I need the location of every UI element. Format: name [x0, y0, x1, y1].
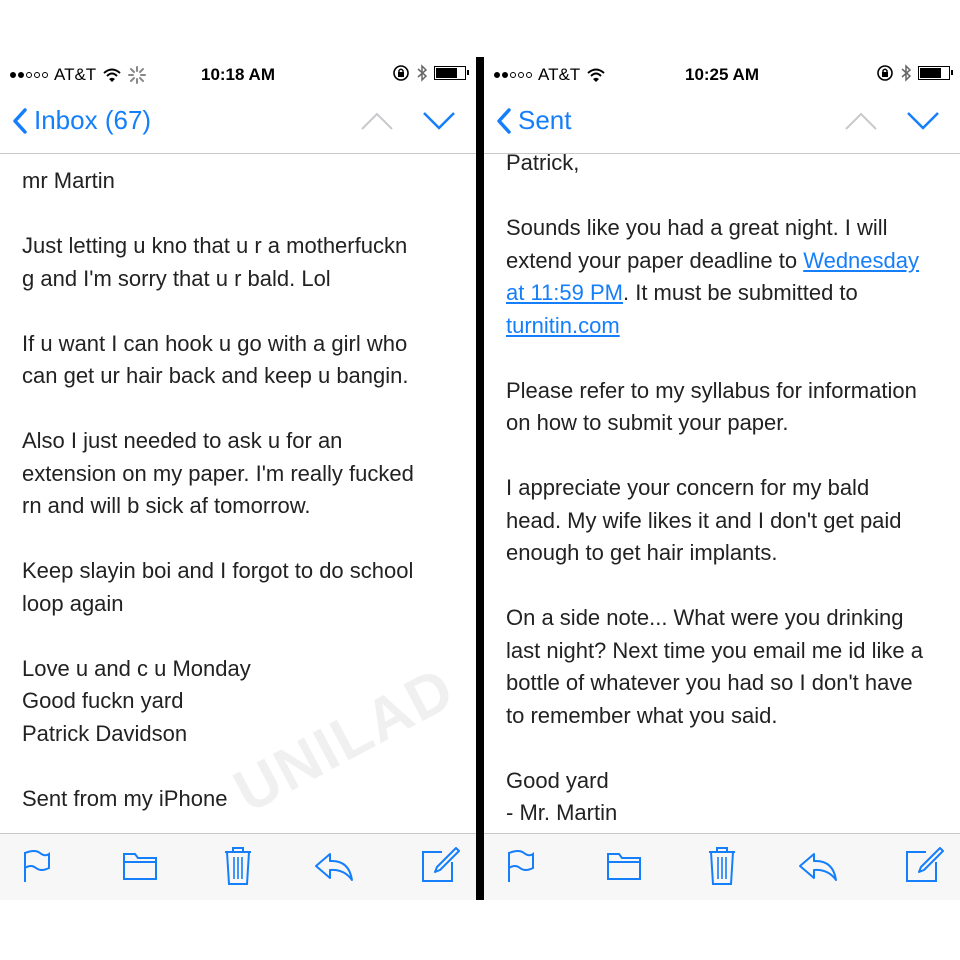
body-paragraph: mr Martin [22, 168, 115, 193]
reply-icon[interactable] [314, 852, 354, 882]
body-paragraph: Keep slayin boi and I forgot to do schoo… [22, 558, 414, 616]
nav-bar: Inbox (67) [0, 91, 476, 154]
status-right-icons [876, 64, 953, 82]
chevron-left-icon [13, 107, 27, 134]
back-to-sent-button[interactable]: Sent [496, 105, 572, 136]
body-signature: Good yard - Mr. Martin [506, 767, 618, 826]
folder-icon[interactable] [606, 848, 642, 882]
body-paragraph: If u want I can hook u go with a girl wh… [22, 330, 409, 389]
body-signature: Sent from my iPhone [22, 785, 228, 811]
trash-icon[interactable] [706, 846, 738, 886]
battery-icon [918, 66, 953, 80]
body-paragraph: On a side note... What were you drinking… [506, 605, 923, 728]
lock-rotation-icon [877, 65, 893, 81]
chevron-down-icon[interactable] [906, 111, 940, 131]
battery-icon [434, 66, 469, 80]
bluetooth-icon [901, 64, 912, 82]
nav-bar: Sent [484, 91, 960, 154]
chevron-down-icon[interactable] [422, 111, 456, 131]
body-text: . It must be submitted to [623, 280, 858, 305]
reply-icon[interactable] [798, 852, 838, 882]
status-bar: AT&T 10:25 AM [484, 57, 960, 91]
screen-divider [476, 57, 484, 900]
body-paragraph: Sounds like you had a great night. I wil… [506, 212, 944, 342]
folder-icon[interactable] [122, 848, 158, 882]
status-bar: AT&T 10:18 AM [0, 57, 476, 91]
back-label: Sent [518, 105, 572, 135]
body-paragraph: Just letting u kno that u r a motherfuck… [22, 233, 408, 291]
chevron-up-icon[interactable] [844, 111, 878, 131]
mail-toolbar [484, 833, 960, 900]
back-to-inbox-button[interactable]: Inbox (67) [12, 105, 151, 136]
body-paragraph: Love u and c u Monday Good fuckn yard Pa… [22, 655, 251, 746]
status-right-icons [392, 64, 469, 82]
flag-icon[interactable] [504, 848, 536, 884]
mail-toolbar [0, 833, 476, 900]
compose-icon[interactable] [420, 846, 460, 884]
body-paragraph: I appreciate your concern for my bald he… [506, 475, 902, 565]
trash-icon[interactable] [222, 846, 254, 886]
body-greeting: Patrick, [506, 150, 580, 175]
flag-icon[interactable] [20, 848, 52, 884]
chevron-up-icon[interactable] [360, 111, 394, 131]
message-nav-arrows [844, 111, 940, 131]
message-nav-arrows [360, 111, 456, 131]
lock-rotation-icon [393, 65, 409, 81]
turnitin-link[interactable]: turnitin.com [506, 313, 620, 338]
right-email-screen: AT&T 10:25 AM Sent Patrick, Sounds like … [484, 57, 960, 900]
bluetooth-icon [417, 64, 428, 82]
compose-icon[interactable] [904, 846, 944, 884]
back-label: Inbox (67) [34, 105, 152, 135]
body-paragraph: Please refer to my syllabus for informat… [506, 377, 917, 436]
chevron-left-icon [497, 107, 511, 134]
message-body: Patrick, Sounds like you had a great nig… [506, 147, 944, 862]
body-paragraph: Also I just needed to ask u for an exten… [22, 428, 414, 518]
left-email-screen: AT&T 10:18 AM Inbox (67) UNILAD mr Marti… [0, 57, 476, 900]
message-body: mr Martin Just letting u kno that u r a … [22, 165, 460, 848]
